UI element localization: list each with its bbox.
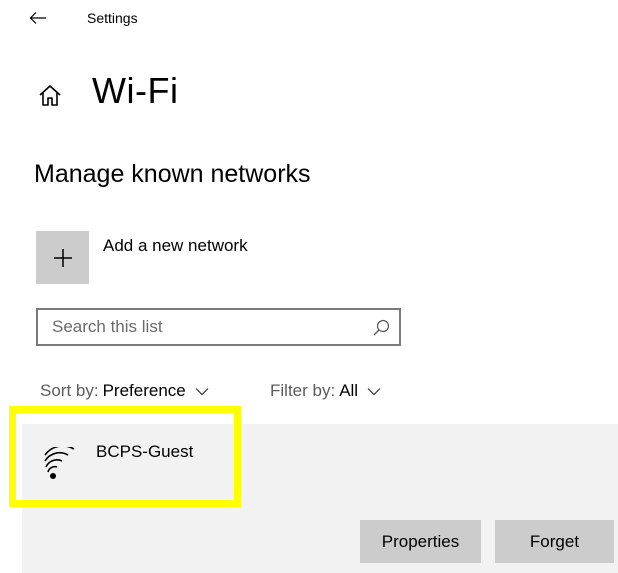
back-button[interactable] (24, 6, 52, 30)
filter-value: All (339, 381, 359, 400)
add-network-tile (36, 231, 89, 284)
add-network-button[interactable]: Add a new network (36, 231, 296, 285)
search-box[interactable] (36, 308, 401, 346)
sort-dropdown[interactable]: Sort by: Preference (40, 381, 209, 401)
forget-button[interactable]: Forget (495, 520, 614, 563)
wifi-signal-icon (44, 447, 75, 479)
filter-label: Filter by: (270, 381, 336, 400)
search-icon[interactable] (371, 318, 391, 338)
window-title: Settings (87, 10, 138, 26)
section-title: Manage known networks (34, 160, 311, 188)
back-arrow-icon (29, 12, 46, 24)
properties-button[interactable]: Properties (360, 520, 481, 563)
sort-label: Sort by: (40, 381, 99, 400)
plus-icon (53, 248, 72, 267)
add-network-label: Add a new network (103, 236, 248, 255)
search-input[interactable] (52, 310, 362, 344)
page-title: Wi-Fi (92, 70, 179, 111)
network-name: BCPS-Guest (96, 442, 194, 461)
filter-dropdown[interactable]: Filter by: All (270, 381, 381, 401)
chevron-down-icon (367, 387, 381, 395)
home-icon (39, 85, 61, 106)
chevron-down-icon (195, 387, 209, 395)
settings-window: Settings Wi-Fi Manage known networks Add… (0, 0, 618, 573)
sort-value: Preference (102, 381, 186, 400)
